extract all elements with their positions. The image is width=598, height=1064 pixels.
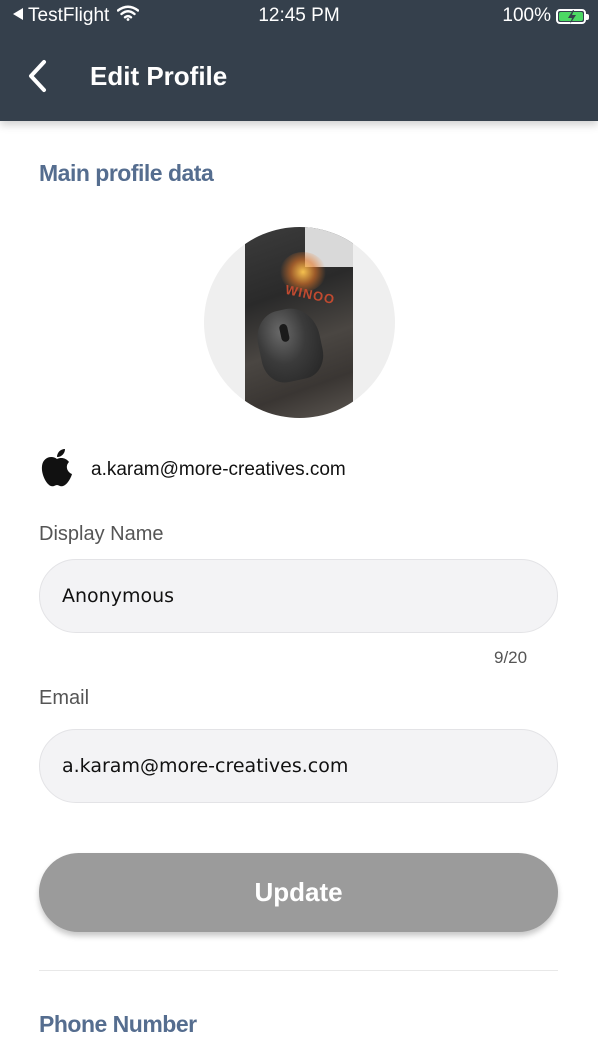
email-input[interactable] <box>39 729 558 803</box>
avatar[interactable]: WINOO <box>204 227 395 418</box>
apple-icon <box>39 448 75 493</box>
edit-profile-screen: TestFlight 12:45 PM 100% Edit Profile Ma… <box>0 0 598 1064</box>
display-name-counter: 9/20 <box>494 648 528 667</box>
apple-account-email: a.karam@more-creatives.com <box>91 459 346 480</box>
avatar-photo: WINOO <box>245 227 353 418</box>
status-bar: TestFlight 12:45 PM 100% <box>0 0 598 34</box>
photo-mouse-wheel <box>278 323 291 343</box>
battery-cap <box>586 13 589 20</box>
update-button[interactable]: Update <box>39 853 558 932</box>
section-divider <box>39 970 558 971</box>
display-name-input[interactable] <box>39 559 558 633</box>
phone-number-section-title: Phone Number <box>39 1011 197 1037</box>
nav-bar: Edit Profile <box>0 34 598 121</box>
display-name-label: Display Name <box>39 523 164 545</box>
apple-account-row: a.karam@more-creatives.com <box>39 448 346 493</box>
email-label: Email <box>39 687 90 709</box>
battery-percent: 100% <box>502 5 551 26</box>
back-button[interactable] <box>20 56 54 96</box>
main-profile-section-title: Main profile data <box>39 160 214 186</box>
chevron-left-icon <box>29 60 46 92</box>
photo-mouse <box>252 303 328 387</box>
battery-status: 100% <box>502 5 589 27</box>
header: TestFlight 12:45 PM 100% Edit Profile <box>0 0 598 121</box>
battery-fill <box>559 9 583 24</box>
page-title: Edit Profile <box>90 61 228 91</box>
battery-charging-icon <box>556 8 589 24</box>
